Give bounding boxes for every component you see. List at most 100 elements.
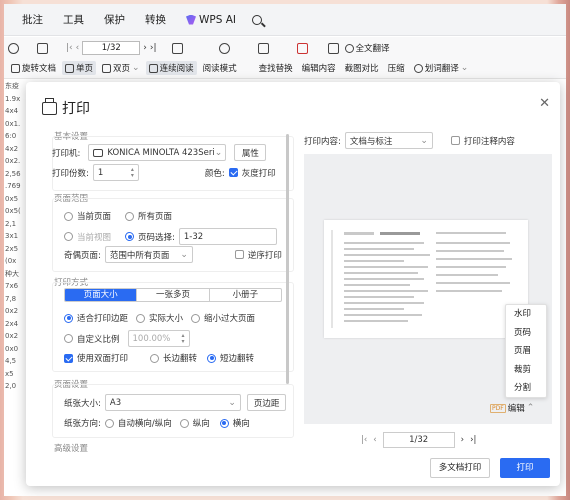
grayscale-checkbox[interactable]	[228, 168, 238, 177]
double-page-button[interactable]: 双页 ⌄	[99, 61, 143, 75]
word-translate-label: 划词翻译	[424, 64, 459, 74]
pdf-icon: PDF	[490, 403, 506, 413]
book-view-icon[interactable]	[171, 42, 183, 54]
prev-page-icon[interactable]: ‹	[76, 43, 80, 53]
actual-size-label: 实际大小	[149, 314, 184, 324]
odd-even-select[interactable]: 范围中所有页面 ⌄	[104, 246, 193, 263]
landscape-radio[interactable]	[219, 418, 229, 428]
doc-text-fragment: 2x4	[5, 319, 19, 328]
page-select-input[interactable]: 1-32	[178, 228, 277, 245]
print-content-select[interactable]: 文档与标注 ⌄	[344, 132, 433, 149]
fit-margin-label: 适合打印边距	[77, 314, 129, 324]
search-icon[interactable]	[252, 14, 262, 25]
auto-orient-radio[interactable]	[104, 418, 114, 428]
next-page-icon[interactable]: ›	[143, 43, 147, 53]
actual-size-radio[interactable]	[136, 313, 146, 323]
rotate-doc-label: 旋转文档	[22, 64, 57, 74]
paper-size-label: 纸张大小:	[64, 398, 101, 409]
shrink-large-radio[interactable]	[191, 313, 201, 323]
range-row-1: 当前页面 所有页面	[64, 210, 172, 222]
first-page-icon[interactable]: |‹	[361, 435, 367, 445]
range-row-2: 当前视图 页码选择: 1-32	[64, 228, 277, 245]
single-page-button[interactable]: 单页	[62, 61, 97, 75]
printer-select[interactable]: KONICA MINOLTA 423Seri ⌄	[88, 144, 227, 161]
last-page-icon[interactable]: ›|	[150, 43, 157, 53]
continuous-icon	[148, 63, 158, 73]
compress-button[interactable]: 压缩	[385, 61, 408, 75]
double-page-icon	[102, 63, 112, 73]
margin-button[interactable]: 页边距	[246, 394, 287, 411]
compress-icon[interactable]	[327, 42, 339, 54]
word-translate-button[interactable]: 划词翻译 ⌄	[411, 61, 472, 75]
tab-multi-per-sheet[interactable]: 一张多页	[137, 289, 210, 301]
doc-text-fragment: 0x1.	[5, 119, 21, 128]
all-pages-radio[interactable]	[125, 211, 135, 221]
dialog-title: 打印	[42, 97, 90, 118]
prev-page-icon[interactable]: ‹	[373, 435, 376, 445]
edit-button[interactable]: PDF 编辑 ⌃	[490, 402, 534, 414]
doc-text-fragment: 1.9x	[5, 94, 21, 103]
stepper-arrows-icon[interactable]: ▴ ▾	[131, 166, 134, 179]
page-select-radio[interactable]	[125, 232, 135, 241]
next-page-icon[interactable]: ›	[461, 435, 464, 445]
menu-item-page-number[interactable]: 页码	[506, 324, 546, 343]
menu-item-crop[interactable]: 裁剪	[506, 361, 546, 380]
last-page-icon[interactable]: ›|	[470, 435, 476, 445]
tab-booklet[interactable]: 小册子	[210, 289, 281, 301]
toolbar-page-input[interactable]: 1/32	[82, 41, 141, 55]
print-annotations-checkbox[interactable]	[450, 136, 460, 145]
paper-size-select[interactable]: A3 ⌄	[104, 394, 241, 411]
portrait-radio[interactable]	[179, 418, 189, 428]
page-thumbnail-icon[interactable]	[37, 42, 48, 54]
reading-mode-button[interactable]: 阅读模式	[200, 61, 240, 75]
settings-scrollbar[interactable]	[286, 134, 289, 384]
scale-stepper[interactable]: 100.00% ▴ ▾	[127, 330, 190, 347]
long-edge-radio[interactable]	[150, 353, 160, 363]
menu-item-watermark[interactable]: 水印	[506, 305, 546, 324]
tab-page-size[interactable]: 页面大小	[65, 289, 138, 301]
custom-scale-radio[interactable]	[64, 334, 73, 343]
continuous-read-button[interactable]: 连续阅读	[145, 61, 197, 75]
menu-annotate[interactable]: 批注	[14, 8, 51, 31]
screenshot-compare-icon[interactable]	[296, 42, 308, 54]
stepper-arrows-icon[interactable]: ▴ ▾	[182, 332, 185, 345]
zoom-icon[interactable]	[8, 42, 19, 54]
doc-text-fragment: 7,8	[5, 294, 17, 303]
custom-scale-label: 自定义比例	[77, 334, 120, 345]
duplex-checkbox[interactable]	[64, 353, 73, 363]
multi-doc-print-button[interactable]: 多文档打印	[430, 458, 490, 478]
preview-page-input[interactable]: 1/32	[382, 432, 455, 448]
find-icon[interactable]	[218, 42, 230, 54]
copies-stepper[interactable]: 1 ▴ ▾	[92, 164, 139, 181]
find-replace-button[interactable]: 查找替换	[256, 61, 296, 75]
reverse-print-checkbox[interactable]	[234, 250, 244, 259]
properties-button[interactable]: 属性	[234, 144, 267, 161]
print-content-row: 打印内容: 文档与标注 ⌄ 打印注释内容	[304, 132, 515, 149]
doc-text-fragment: .769	[5, 182, 21, 190]
edit-content-button[interactable]: 编辑内容	[299, 61, 339, 75]
menu-item-header[interactable]: 页眉	[506, 342, 546, 361]
menu-item-split[interactable]: 分割	[506, 379, 546, 398]
landscape-label: 横向	[232, 419, 250, 429]
printer-row: 打印机: KONICA MINOLTA 423Seri ⌄ 属性	[52, 144, 267, 161]
full-translate-button[interactable]: 全文翻译	[342, 41, 393, 55]
rotate-doc-button[interactable]: 旋转文档	[8, 61, 59, 75]
first-page-icon[interactable]: |‹	[66, 43, 73, 53]
current-view-radio[interactable]	[64, 232, 73, 241]
short-edge-radio[interactable]	[207, 353, 217, 363]
fit-margin-radio[interactable]	[64, 313, 73, 323]
doc-text-fragment: 0x0	[5, 344, 19, 353]
menu-wps-ai[interactable]: WPS AI	[178, 10, 244, 30]
menu-convert[interactable]: 转换	[137, 8, 174, 31]
portrait-label: 纵向	[192, 419, 210, 429]
menu-protect[interactable]: 保护	[96, 8, 133, 31]
menu-tools[interactable]: 工具	[55, 8, 92, 31]
toolbar-row-1: |‹ ‹ 1/32 › ›| 全文翻译	[8, 41, 393, 55]
screenshot-compare-button[interactable]: 截图对比	[342, 61, 382, 75]
edit-content-icon[interactable]	[257, 42, 269, 54]
paper-size-row: 纸张大小: A3 ⌄ 页边距	[64, 394, 287, 411]
print-button[interactable]: 打印	[500, 458, 550, 478]
close-icon[interactable]: ✕	[539, 96, 550, 111]
current-page-radio[interactable]	[64, 211, 73, 221]
doc-text-fragment: 0x5	[5, 194, 19, 203]
